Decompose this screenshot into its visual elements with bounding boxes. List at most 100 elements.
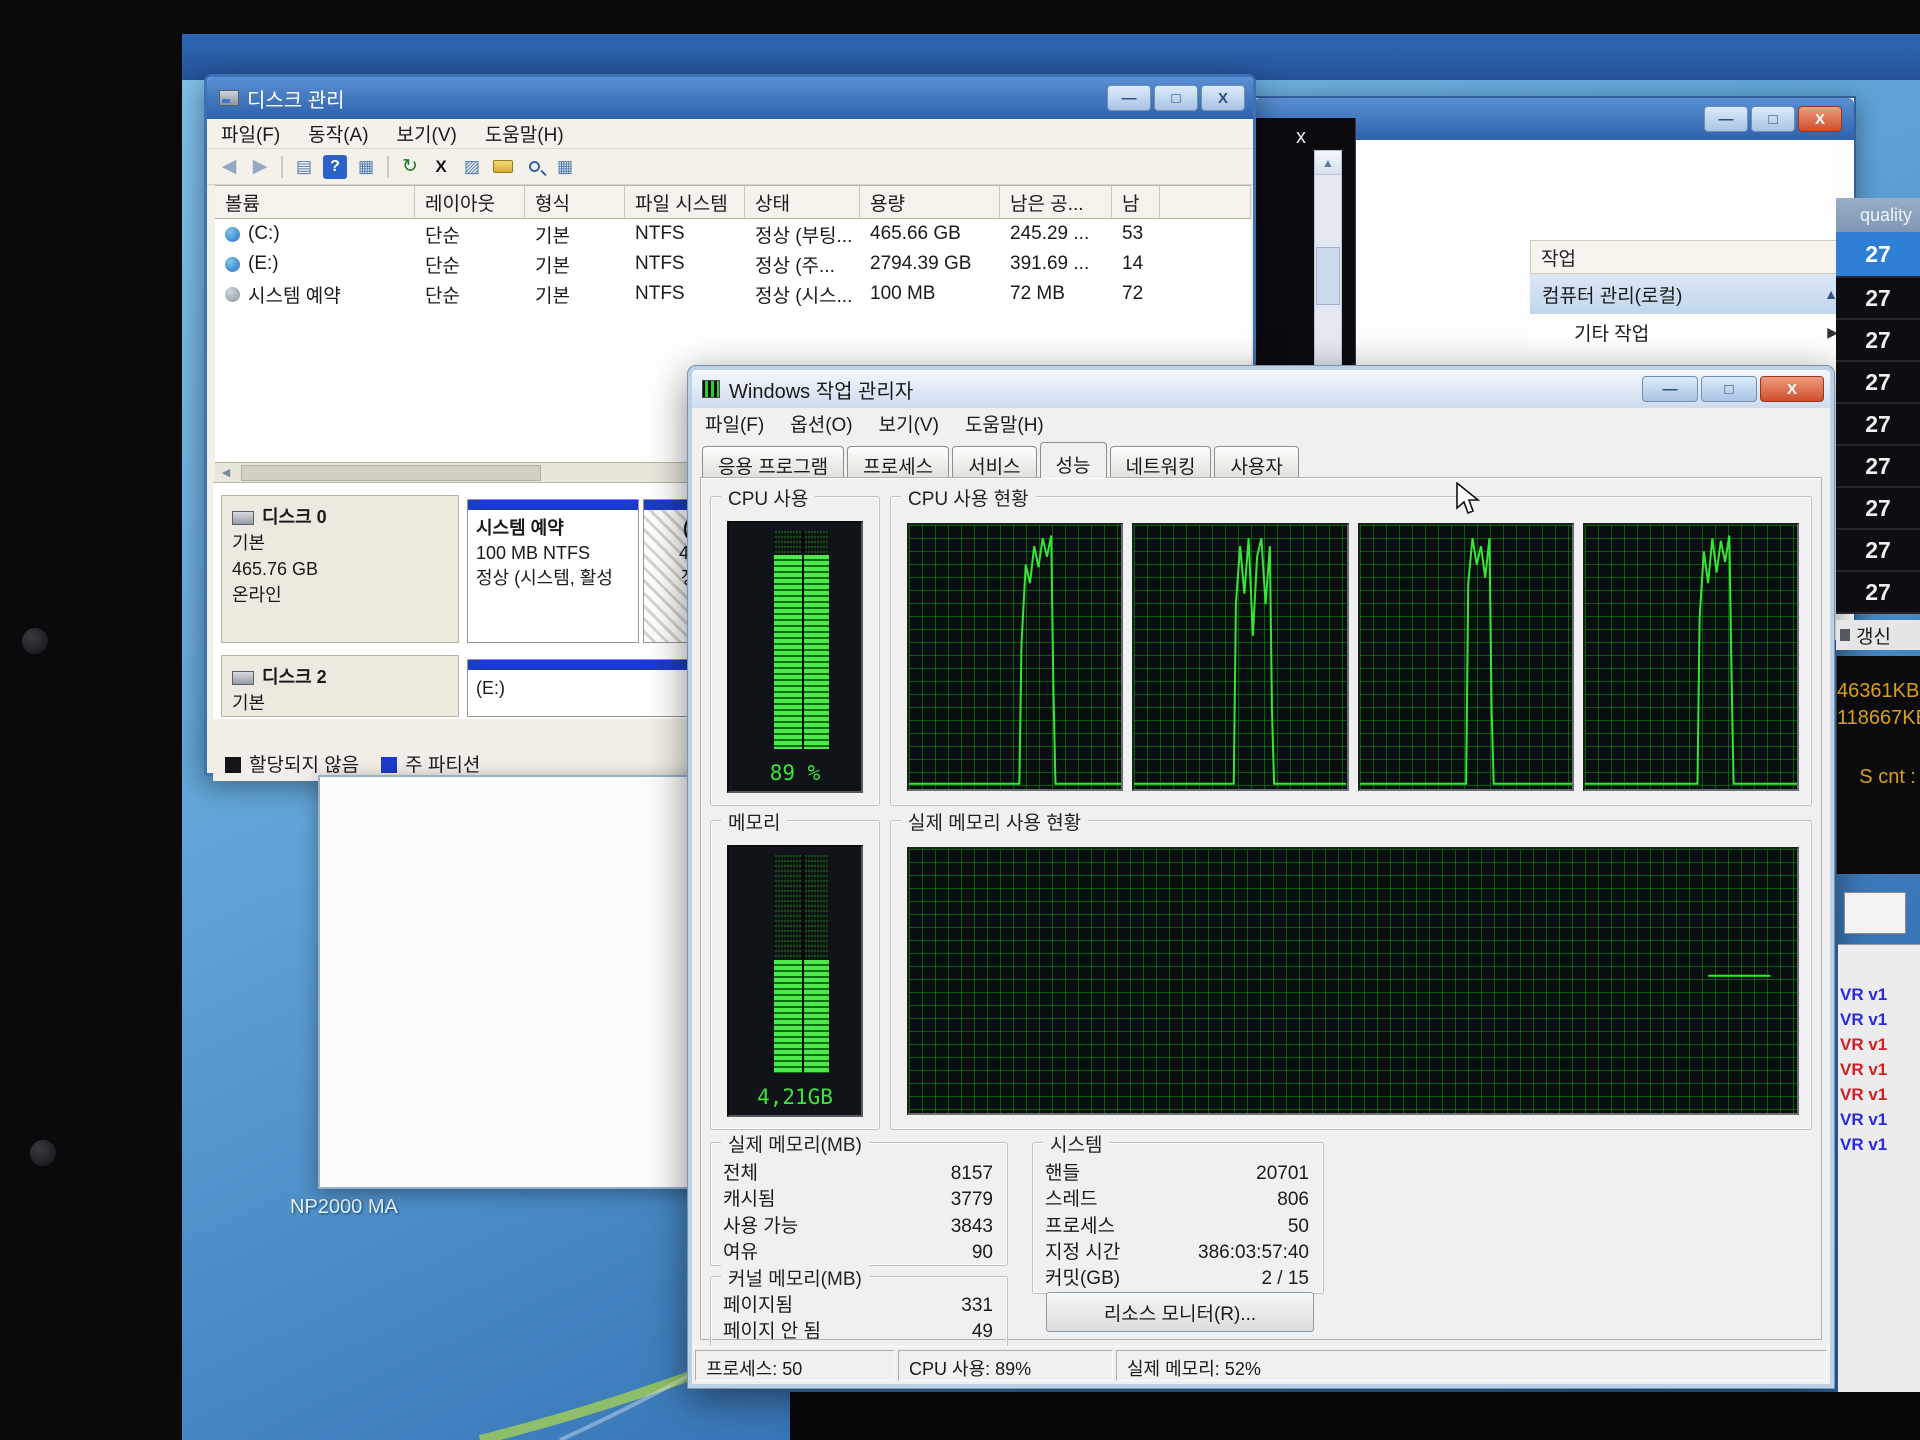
list-item[interactable]: VR v1 bbox=[1838, 1085, 1920, 1110]
forward-icon[interactable]: ▶ bbox=[248, 155, 272, 179]
table-row[interactable]: (E:) 단순 기본 NTFS 정상 (주... 2794.39 GB 391.… bbox=[215, 249, 1251, 279]
disk-icon bbox=[232, 511, 254, 525]
help-icon[interactable]: ? bbox=[323, 155, 347, 179]
table-row[interactable]: 시스템 예약 단순 기본 NTFS 정상 (시스... 100 MB 72 MB… bbox=[215, 279, 1251, 309]
desktop-icon-label[interactable]: NP2000 MA bbox=[290, 1196, 398, 1219]
disk-management-titlebar[interactable]: 디스크 관리 — □ X bbox=[207, 77, 1253, 119]
table-row[interactable]: (C:) 단순 기본 NTFS 정상 (부팅... 465.66 GB 245.… bbox=[215, 219, 1251, 249]
quality-column-header[interactable]: quality bbox=[1836, 198, 1920, 232]
list-item[interactable]: 27 bbox=[1836, 362, 1920, 404]
close-icon[interactable]: X bbox=[1798, 106, 1842, 132]
settings-grid-icon[interactable]: ▦ bbox=[553, 155, 577, 179]
magnifier-icon[interactable] bbox=[522, 155, 546, 179]
bezel-screw bbox=[30, 1140, 56, 1166]
list-item[interactable]: VR v1 bbox=[1838, 1060, 1920, 1085]
cpu-history-graph-1 bbox=[907, 523, 1123, 791]
list-item[interactable]: 27 bbox=[1836, 278, 1920, 320]
list-item[interactable]: VR v1 bbox=[1838, 985, 1920, 1010]
refresh-icon[interactable]: ↻ bbox=[398, 155, 422, 179]
menu-file[interactable]: 파일(F) bbox=[207, 120, 294, 147]
back-icon[interactable]: ◀ bbox=[217, 155, 241, 179]
actions-pane: 작업 컴퓨터 관리(로컬) ▲ 기타 작업 ▶ bbox=[1530, 240, 1850, 350]
list-item[interactable]: 27 bbox=[1836, 404, 1920, 446]
cpu-usage-meter: 89 % bbox=[727, 521, 863, 793]
list-item[interactable]: VR v1 bbox=[1838, 1110, 1920, 1135]
list-item[interactable]: VR v1 bbox=[1838, 1010, 1920, 1035]
menu-view[interactable]: 보기(V) bbox=[383, 120, 471, 147]
toolbar: ◀ ▶ ▤ ? ▦ ↻ X ▨ ▦ bbox=[207, 149, 1253, 185]
task-manager-titlebar[interactable]: Windows 작업 관리자 — □ X bbox=[692, 370, 1830, 408]
col-volume[interactable]: 볼륨 bbox=[215, 186, 415, 218]
tab-performance[interactable]: 성능 bbox=[1040, 442, 1107, 478]
maximize-icon[interactable]: □ bbox=[1751, 106, 1795, 132]
menu-help[interactable]: 도움말(H) bbox=[952, 410, 1057, 437]
actions-pane-header: 작업 bbox=[1530, 240, 1850, 274]
side-app-input-box[interactable] bbox=[1844, 892, 1906, 934]
partition-color-stripe bbox=[468, 660, 722, 670]
refresh-box-icon bbox=[1840, 629, 1850, 641]
close-icon[interactable]: X bbox=[1201, 85, 1245, 111]
scroll-left-icon[interactable]: ◀ bbox=[215, 464, 237, 482]
list-item[interactable]: 27 bbox=[1836, 572, 1920, 614]
cpu-history-group: CPU 사용 현황 bbox=[890, 496, 1812, 806]
list-item[interactable]: 27 bbox=[1836, 320, 1920, 362]
tab-networking[interactable]: 네트워킹 bbox=[1110, 446, 1212, 478]
list-item[interactable]: 27 bbox=[1836, 530, 1920, 572]
status-processes: 프로세스: 50 bbox=[695, 1350, 895, 1381]
col-filesystem[interactable]: 파일 시스템 bbox=[625, 186, 745, 218]
maximize-icon[interactable]: □ bbox=[1701, 376, 1757, 402]
list-item[interactable]: VR v1 bbox=[1838, 1035, 1920, 1060]
minimize-icon[interactable]: — bbox=[1107, 85, 1151, 111]
menu-file[interactable]: 파일(F) bbox=[692, 410, 777, 437]
disk2-label[interactable]: 디스크 2 기본 bbox=[221, 655, 459, 717]
delete-icon[interactable]: X bbox=[429, 155, 453, 179]
list-item[interactable]: 27 bbox=[1836, 446, 1920, 488]
system-group: 시스템 핸들20701 스레드806 프로세스50 지정 시간386:03:57… bbox=[1032, 1142, 1324, 1294]
s-count-label: S cnt : bbox=[1837, 766, 1916, 789]
menu-view[interactable]: 보기(V) bbox=[866, 410, 952, 437]
col-free[interactable]: 남은 공... bbox=[1000, 186, 1112, 218]
background-empty-window bbox=[318, 775, 702, 1189]
menu-action[interactable]: 동작(A) bbox=[294, 120, 382, 147]
col-capacity[interactable]: 용량 bbox=[860, 186, 1000, 218]
tab-applications[interactable]: 응용 프로그램 bbox=[702, 446, 844, 478]
tab-users[interactable]: 사용자 bbox=[1214, 446, 1298, 478]
volume-table-header: 볼륨 레이아웃 형식 파일 시스템 상태 용량 남은 공... 남 bbox=[215, 185, 1251, 219]
scrollbar-thumb[interactable] bbox=[1316, 247, 1340, 305]
scroll-up-icon[interactable]: ▲ bbox=[1315, 151, 1341, 175]
actions-more-item[interactable]: 기타 작업 ▶ bbox=[1530, 314, 1850, 350]
properties-icon[interactable]: ▨ bbox=[460, 155, 484, 179]
partition-e[interactable]: (E:) bbox=[467, 659, 723, 717]
actions-root-item[interactable]: 컴퓨터 관리(로컬) ▲ bbox=[1530, 274, 1850, 314]
close-icon[interactable]: X bbox=[1760, 376, 1824, 402]
resource-monitor-button[interactable]: 리소스 모니터(R)... bbox=[1046, 1292, 1314, 1332]
minimize-icon[interactable]: — bbox=[1642, 376, 1698, 402]
list-item-selected[interactable]: 27 bbox=[1836, 232, 1920, 278]
col-layout[interactable]: 레이아웃 bbox=[415, 186, 525, 218]
tab-processes[interactable]: 프로세스 bbox=[847, 446, 949, 478]
partition-color-stripe bbox=[468, 500, 638, 510]
list-view-icon[interactable]: ▤ bbox=[292, 155, 316, 179]
minimize-icon[interactable]: — bbox=[1704, 106, 1748, 132]
tab-services[interactable]: 서비스 bbox=[952, 446, 1036, 478]
menu-options[interactable]: 옵션(O) bbox=[777, 410, 865, 437]
col-free-pct[interactable]: 남 bbox=[1112, 186, 1160, 218]
partition-system-reserved[interactable]: 시스템 예약 100 MB NTFS 정상 (시스템, 활성 bbox=[467, 499, 639, 643]
refresh-label[interactable]: 갱신 bbox=[1836, 620, 1920, 650]
close-x-glyph[interactable]: x bbox=[1296, 126, 1306, 149]
graph-view-icon[interactable]: ▦ bbox=[354, 155, 378, 179]
scrollbar-thumb[interactable] bbox=[241, 465, 541, 481]
vr-list-panel: VR v1 VR v1 VR v1 VR v1 VR v1 VR v1 VR v… bbox=[1838, 944, 1920, 1396]
col-type[interactable]: 형식 bbox=[525, 186, 625, 218]
statusbar: 프로세스: 50 CPU 사용: 89% 실제 메모리: 52% bbox=[692, 1346, 1830, 1384]
list-item[interactable]: VR v1 bbox=[1838, 1135, 1920, 1160]
memory-group: 메모리 4,21GB bbox=[710, 820, 880, 1130]
menu-help[interactable]: 도움말(H) bbox=[471, 120, 578, 147]
menubar: 파일(F) 동작(A) 보기(V) 도움말(H) bbox=[207, 119, 1253, 149]
list-item[interactable]: 27 bbox=[1836, 488, 1920, 530]
col-status[interactable]: 상태 bbox=[745, 186, 860, 218]
maximize-icon[interactable]: □ bbox=[1154, 85, 1198, 111]
open-folder-icon[interactable] bbox=[491, 155, 515, 179]
volume-icon bbox=[225, 227, 240, 242]
disk0-label[interactable]: 디스크 0 기본 465.76 GB 온라인 bbox=[221, 495, 459, 643]
